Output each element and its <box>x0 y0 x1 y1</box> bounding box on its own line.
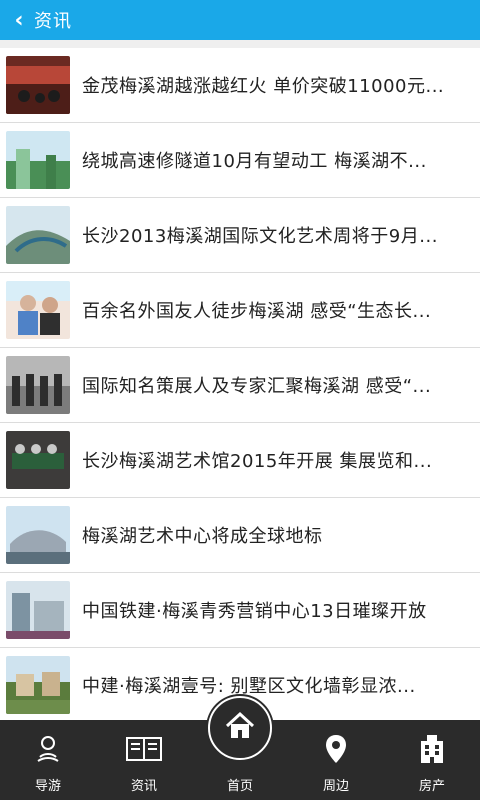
tab-home[interactable]: 首页 <box>192 696 288 794</box>
list-item[interactable]: 中国铁建·梅溪青秀营销中心13日璀璨开放 <box>0 573 480 648</box>
list-item[interactable]: 百余名外国友人徒步梅溪湖 感受“生态长... <box>0 273 480 348</box>
guide-icon <box>32 731 64 767</box>
news-thumbnail <box>6 581 70 639</box>
tab-label: 房产 <box>418 779 445 794</box>
home-circle <box>208 696 272 760</box>
page-title: 资讯 <box>34 11 72 32</box>
tab-label: 资讯 <box>130 779 157 794</box>
tab-label: 周边 <box>322 779 349 794</box>
list-item[interactable]: 梅溪湖艺术中心将成全球地标 <box>0 498 480 573</box>
app-root: ‹ 资讯 金茂梅溪湖越涨越红火 单价突破11000元... 绕城高速修隧道10月… <box>0 0 480 800</box>
news-icon <box>125 731 163 767</box>
list-item[interactable]: 金茂梅溪湖越涨越红火 单价突破11000元... <box>0 48 480 123</box>
top-bar: ‹ 资讯 <box>0 0 480 40</box>
list-item[interactable]: 国际知名策展人及专家汇聚梅溪湖 感受“... <box>0 348 480 423</box>
news-title: 百余名外国友人徒步梅溪湖 感受“生态长... <box>82 301 432 322</box>
news-list: 金茂梅溪湖越涨越红火 单价突破11000元... 绕城高速修隧道10月有望动工 … <box>0 48 480 720</box>
location-pin-icon <box>324 731 348 767</box>
news-thumbnail <box>6 506 70 564</box>
news-title: 中国铁建·梅溪青秀营销中心13日璀璨开放 <box>82 601 427 622</box>
list-item[interactable]: 长沙2013梅溪湖国际文化艺术周将于9月... <box>0 198 480 273</box>
tab-news[interactable]: 资讯 <box>96 720 192 794</box>
news-title: 长沙2013梅溪湖国际文化艺术周将于9月... <box>82 226 438 247</box>
tab-guide[interactable]: 导游 <box>0 720 96 794</box>
home-icon <box>223 710 257 746</box>
tab-label: 首页 <box>226 779 253 794</box>
news-title: 长沙梅溪湖艺术馆2015年开展 集展览和... <box>82 451 433 472</box>
news-title: 中建·梅溪湖壹号: 别墅区文化墙彰显浓... <box>82 676 416 697</box>
back-button[interactable]: ‹ <box>4 0 34 40</box>
news-thumbnail <box>6 281 70 339</box>
news-title: 梅溪湖艺术中心将成全球地标 <box>82 526 323 547</box>
news-thumbnail <box>6 431 70 489</box>
news-thumbnail <box>6 656 70 714</box>
tab-nearby[interactable]: 周边 <box>288 720 384 794</box>
news-thumbnail <box>6 356 70 414</box>
list-item[interactable]: 绕城高速修隧道10月有望动工 梅溪湖不... <box>0 123 480 198</box>
tab-label: 导游 <box>34 779 61 794</box>
news-title: 绕城高速修隧道10月有望动工 梅溪湖不... <box>82 151 427 172</box>
news-thumbnail <box>6 206 70 264</box>
tab-property[interactable]: 房产 <box>384 720 480 794</box>
news-title: 金茂梅溪湖越涨越红火 单价突破11000元... <box>82 76 445 97</box>
chevron-left-icon: ‹ <box>14 7 24 33</box>
news-thumbnail <box>6 131 70 189</box>
building-icon <box>415 731 449 767</box>
news-thumbnail <box>6 56 70 114</box>
news-title: 国际知名策展人及专家汇聚梅溪湖 感受“... <box>82 376 432 397</box>
bottom-tab-bar: 导游 资讯 首页 周边 房产 <box>0 696 480 800</box>
list-item[interactable]: 长沙梅溪湖艺术馆2015年开展 集展览和... <box>0 423 480 498</box>
